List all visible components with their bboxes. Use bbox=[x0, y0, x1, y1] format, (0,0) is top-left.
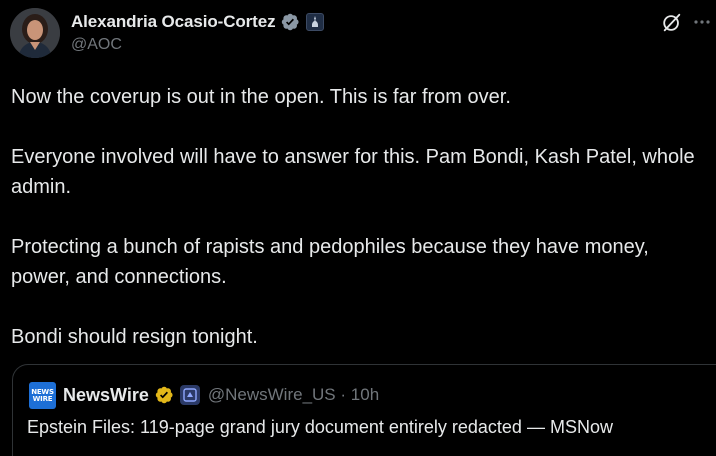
quote-meta: @NewsWire_US · 10h bbox=[208, 385, 379, 405]
meta-separator: · bbox=[340, 385, 347, 404]
author-handle[interactable]: @AOC bbox=[71, 36, 122, 54]
author-display-name[interactable]: Alexandria Ocasio-Cortez bbox=[71, 12, 276, 32]
government-affiliate-icon[interactable] bbox=[305, 13, 324, 31]
grok-icon[interactable] bbox=[661, 12, 683, 34]
quote-timestamp[interactable]: 10h bbox=[351, 385, 379, 404]
tweet-paragraph: Everyone involved will have to answer fo… bbox=[11, 146, 695, 198]
more-horizontal-icon[interactable] bbox=[692, 12, 712, 32]
tweet-paragraph: Protecting a bunch of rapists and pedoph… bbox=[11, 236, 649, 288]
quote-avatar-text: WIRE bbox=[32, 394, 53, 403]
org-logo-icon bbox=[183, 388, 197, 402]
tweet: Alexandria Ocasio-Cortez @AOC Now the co… bbox=[0, 0, 716, 456]
author-name-row: Alexandria Ocasio-Cortez bbox=[71, 10, 324, 34]
quote-display-name[interactable]: NewsWire bbox=[63, 385, 149, 406]
gold-verified-badge-icon[interactable] bbox=[154, 385, 174, 405]
tweet-body: Now the coverup is out in the open. This… bbox=[11, 82, 711, 382]
affiliated-org-icon[interactable] bbox=[179, 385, 200, 405]
author-avatar[interactable] bbox=[10, 8, 60, 58]
avatar-image bbox=[10, 8, 60, 58]
capitol-icon bbox=[311, 16, 318, 27]
quote-handle[interactable]: @NewsWire_US bbox=[208, 385, 336, 404]
quoted-tweet-card[interactable]: NEWS WIRE NewsWire @NewsWire_US · 10h Ep… bbox=[12, 364, 716, 456]
verified-badge-icon[interactable] bbox=[280, 12, 300, 32]
tweet-paragraph: Now the coverup is out in the open. This… bbox=[11, 86, 511, 108]
quote-header: NewsWire @NewsWire_US · 10h bbox=[63, 383, 379, 407]
quote-author-avatar[interactable]: NEWS WIRE bbox=[29, 382, 56, 409]
quote-body: Epstein Files: 119-page grand jury docum… bbox=[27, 417, 613, 437]
tweet-paragraph: Bondi should resign tonight. bbox=[11, 326, 258, 348]
